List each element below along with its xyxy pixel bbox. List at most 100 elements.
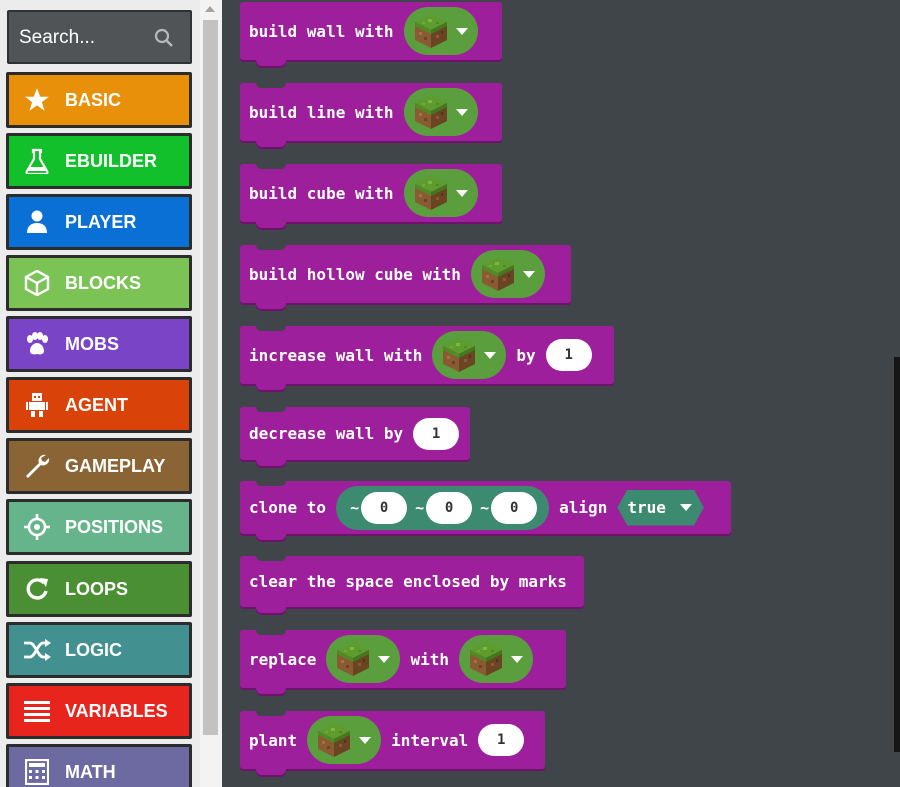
clear-space-block[interactable]: clear the space enclosed by marks	[240, 556, 584, 613]
boolean-value: true	[627, 498, 666, 517]
clone-to-block[interactable]: clone to ~ 0 ~ 0 ~ 0 align true	[240, 481, 731, 540]
robot-icon	[9, 380, 65, 430]
category-label: MATH	[65, 761, 116, 782]
block-text: increase wall with	[249, 345, 423, 365]
category-variables[interactable]: VARIABLES	[6, 683, 192, 739]
grass-block-icon	[481, 256, 515, 292]
block-type-dropdown[interactable]	[470, 250, 545, 298]
flask-icon	[9, 136, 65, 186]
block-text: build cube with	[249, 183, 394, 203]
crosshair-icon	[9, 502, 65, 552]
category-label: MOBS	[65, 333, 119, 354]
block-text: build line with	[249, 102, 394, 122]
block-text: align	[559, 498, 608, 517]
block-type-dropdown[interactable]	[307, 716, 382, 764]
category-label: LOGIC	[65, 639, 122, 660]
category-player[interactable]: PLAYER	[6, 194, 192, 250]
category-label: POSITIONS	[65, 516, 164, 537]
dropdown-arrow-icon	[359, 736, 372, 744]
star-icon	[9, 75, 65, 125]
dropdown-arrow-icon	[510, 655, 523, 663]
block-text: plant	[249, 730, 298, 750]
category-gameplay[interactable]: GAMEPLAY	[6, 438, 192, 494]
block-type-dropdown[interactable]	[458, 635, 533, 683]
category-blocks[interactable]: BLOCKS	[6, 255, 192, 311]
position-input[interactable]: ~ 0 ~ 0 ~ 0	[336, 485, 550, 530]
scroll-up-arrow-icon[interactable]	[205, 6, 215, 12]
block-text: by	[516, 345, 536, 365]
number-input[interactable]: 1	[545, 339, 592, 371]
build-line-block[interactable]: build line with	[240, 83, 502, 147]
calculator-icon	[9, 747, 65, 787]
z-coordinate-input[interactable]: 0	[491, 491, 538, 524]
x-coordinate-input[interactable]: 0	[361, 491, 408, 524]
search-icon[interactable]	[154, 28, 174, 48]
loop-icon	[9, 564, 65, 614]
search-input[interactable]	[19, 25, 149, 51]
grass-block-icon	[469, 641, 503, 677]
toolbox-sidebar: BASIC EBUILDER PLAYER BLOCKS MOBS AGENT	[0, 0, 200, 787]
relative-tilde: ~	[480, 498, 490, 517]
boolean-dropdown[interactable]: true	[617, 490, 704, 526]
dropdown-arrow-icon	[455, 189, 468, 197]
block-text: interval	[391, 730, 469, 750]
grass-block-icon	[414, 13, 448, 49]
block-text: build wall with	[249, 21, 394, 41]
replace-block[interactable]: replace with	[240, 630, 566, 694]
plant-block[interactable]: plant interval 1	[240, 711, 545, 775]
category-label: BLOCKS	[65, 272, 141, 293]
search-box[interactable]	[7, 10, 192, 64]
category-label: EBUILDER	[65, 150, 158, 171]
grass-block-icon	[414, 94, 448, 130]
block-text: with	[410, 649, 449, 669]
y-coordinate-input[interactable]: 0	[426, 491, 473, 524]
shuffle-icon	[9, 625, 65, 675]
category-loops[interactable]: LOOPS	[6, 561, 192, 617]
block-type-dropdown[interactable]	[326, 635, 401, 683]
block-type-dropdown[interactable]	[403, 7, 478, 55]
block-text: clear the space enclosed by marks	[249, 572, 567, 591]
block-type-dropdown[interactable]	[403, 169, 478, 217]
increase-wall-block[interactable]: increase wall with by 1	[240, 326, 614, 390]
number-input[interactable]: 1	[478, 724, 525, 756]
block-text: decrease wall by	[249, 424, 404, 443]
category-label: BASIC	[65, 89, 122, 110]
list-icon	[9, 686, 65, 736]
block-type-dropdown[interactable]	[432, 331, 507, 379]
category-math[interactable]: MATH	[6, 744, 192, 787]
grass-block-icon	[317, 722, 351, 758]
category-ebuilder[interactable]: EBUILDER	[6, 133, 192, 189]
category-label: GAMEPLAY	[65, 455, 166, 476]
block-type-dropdown[interactable]	[403, 88, 478, 136]
category-positions[interactable]: POSITIONS	[6, 499, 192, 555]
toolbox-scrollbar[interactable]	[200, 0, 222, 787]
decrease-wall-block[interactable]: decrease wall by 1	[240, 407, 470, 466]
number-input[interactable]: 1	[413, 417, 460, 450]
relative-tilde: ~	[350, 498, 360, 517]
relative-tilde: ~	[415, 498, 425, 517]
category-label: LOOPS	[65, 578, 129, 599]
category-label: VARIABLES	[65, 700, 168, 721]
block-text: clone to	[249, 498, 327, 517]
block-text: replace	[249, 649, 317, 669]
category-mobs[interactable]: MOBS	[6, 316, 192, 372]
dropdown-arrow-icon	[680, 504, 692, 511]
category-label: PLAYER	[65, 211, 137, 232]
scrollbar-thumb[interactable]	[203, 20, 218, 735]
dropdown-arrow-icon	[455, 108, 468, 116]
build-cube-block[interactable]: build cube with	[240, 164, 502, 228]
category-logic[interactable]: LOGIC	[6, 622, 192, 678]
dropdown-arrow-icon	[455, 27, 468, 35]
grass-block-icon	[414, 175, 448, 211]
build-wall-block[interactable]: build wall with	[240, 2, 502, 66]
category-label: AGENT	[65, 394, 128, 415]
build-hollow-cube-block[interactable]: build hollow cube with	[240, 245, 571, 309]
paw-icon	[9, 319, 65, 369]
dropdown-arrow-icon	[522, 270, 535, 278]
workspace-scrollbar[interactable]	[894, 357, 900, 752]
dropdown-arrow-icon	[378, 655, 391, 663]
category-basic[interactable]: BASIC	[6, 72, 192, 128]
grass-block-icon	[336, 641, 370, 677]
category-agent[interactable]: AGENT	[6, 377, 192, 433]
block-text: build hollow cube with	[249, 264, 461, 284]
